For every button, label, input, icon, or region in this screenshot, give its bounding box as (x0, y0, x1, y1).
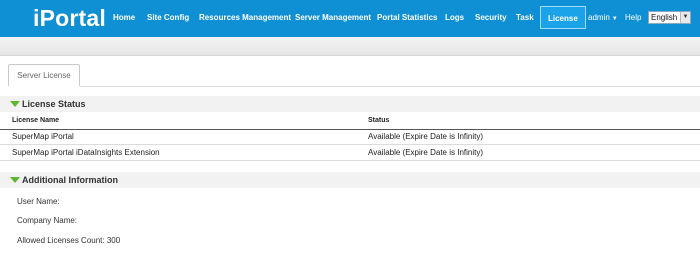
table-row: SuperMap iPortal Available (Expire Date … (0, 129, 700, 145)
header-band (0, 37, 700, 56)
tab-divider (80, 86, 700, 87)
app-logo[interactable]: iPortal (33, 4, 106, 32)
nav-security[interactable]: Security (475, 11, 507, 25)
nav-site-config[interactable]: Site Config (147, 11, 189, 25)
user-menu[interactable]: admin ▼ (588, 11, 618, 25)
tab-server-license[interactable]: Server License (8, 64, 80, 86)
expand-triangle-icon (10, 177, 20, 183)
nav-home[interactable]: Home (113, 11, 135, 25)
dropdown-arrow-icon: ▼ (680, 12, 690, 23)
top-navigation-bar: iPortal Home Site Config Resources Manag… (0, 0, 700, 37)
nav-task[interactable]: Task (516, 11, 534, 25)
column-header-license-name: License Name (12, 117, 60, 124)
expand-triangle-icon (10, 101, 20, 107)
nav-resources-management[interactable]: Resources Management (199, 11, 291, 25)
user-name-label: User Name: (17, 197, 60, 206)
nav-license[interactable]: License (540, 6, 586, 29)
section-title: License Status (22, 99, 86, 109)
additional-information-header[interactable]: Additional Information (0, 172, 700, 188)
column-header-status: Status (368, 117, 390, 124)
nav-portal-statistics[interactable]: Portal Statistics (377, 11, 437, 25)
company-name-label: Company Name: (17, 216, 78, 225)
table-row: SuperMap iPortal iDataInsights Extension… (0, 145, 700, 161)
license-name-cell: SuperMap iPortal iDataInsights Extension (12, 148, 160, 157)
nav-logs[interactable]: Logs (445, 11, 464, 25)
help-link[interactable]: Help (625, 11, 641, 25)
license-table-header: License Name Status (0, 113, 700, 130)
license-name-cell: SuperMap iPortal (12, 132, 74, 141)
language-value: English (651, 13, 678, 22)
license-status-cell: Available (Expire Date is Infinity) (368, 148, 484, 157)
chevron-down-icon: ▼ (611, 16, 618, 22)
section-title: Additional Information (22, 175, 118, 185)
nav-server-management[interactable]: Server Management (295, 11, 371, 25)
allowed-licenses-count: Allowed Licenses Count: 300 (17, 236, 121, 245)
user-name: admin (588, 13, 610, 22)
language-select[interactable]: English ▼ (648, 11, 691, 24)
license-status-cell: Available (Expire Date is Infinity) (368, 132, 484, 141)
license-status-header[interactable]: License Status (0, 96, 700, 112)
